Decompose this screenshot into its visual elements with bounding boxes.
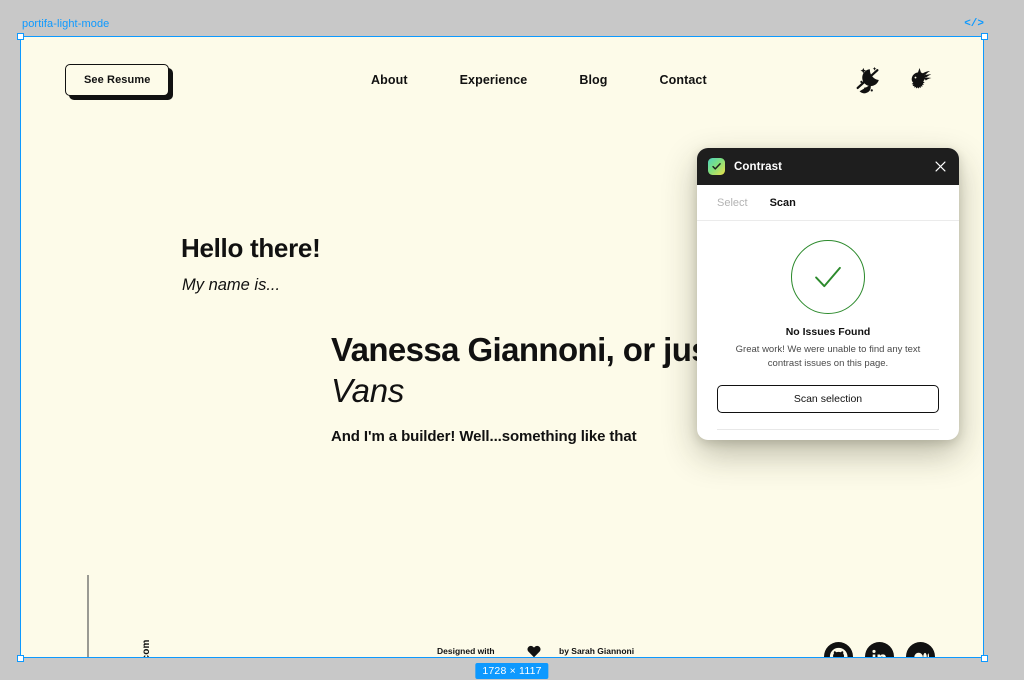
nav-link-about[interactable]: About bbox=[371, 73, 408, 87]
scan-selection-button[interactable]: Scan selection bbox=[717, 384, 939, 413]
plugin-tabs: Select Scan bbox=[697, 185, 959, 221]
hero-name: Vanessa Giannoni, or just Vans bbox=[331, 329, 751, 412]
navbar: See Resume About Experience Blog Contact bbox=[21, 37, 983, 129]
hero-name-italic: Vans bbox=[331, 372, 405, 410]
success-check-icon bbox=[791, 240, 865, 314]
selection-handle-bottom-right[interactable] bbox=[981, 655, 988, 662]
tab-select[interactable]: Select bbox=[717, 197, 748, 209]
github-icon[interactable] bbox=[824, 642, 853, 657]
social-links bbox=[824, 642, 935, 657]
result-title: No Issues Found bbox=[785, 326, 871, 338]
nav-link-contact[interactable]: Contact bbox=[660, 73, 707, 87]
contrast-plugin-panel[interactable]: Contrast Select Scan No Issues Found Gre… bbox=[697, 148, 959, 440]
linkedin-icon[interactable] bbox=[865, 642, 894, 657]
nav-links: About Experience Blog Contact bbox=[371, 73, 707, 87]
tab-scan[interactable]: Scan bbox=[770, 197, 796, 209]
hero-tagline: And I'm a builder! Well...something like… bbox=[331, 428, 637, 445]
nav-link-blog[interactable]: Blog bbox=[579, 73, 607, 87]
frame-canvas[interactable]: See Resume About Experience Blog Contact bbox=[20, 36, 984, 658]
close-icon[interactable] bbox=[932, 159, 948, 175]
footer-credits: Designed with by Sarah Giannoni Develope… bbox=[437, 642, 635, 658]
medium-icon[interactable] bbox=[906, 642, 935, 657]
email-address[interactable]: vanessa.o.giannoni@gmail.com bbox=[141, 639, 152, 657]
selection-handle-top-left[interactable] bbox=[17, 33, 24, 40]
plugin-titlebar: Contrast bbox=[697, 148, 959, 185]
hero-name-bold: Vanessa Giannoni, or just bbox=[331, 331, 720, 368]
email-vertical-line bbox=[87, 575, 89, 657]
plugin-title: Contrast bbox=[734, 160, 783, 173]
webpage: See Resume About Experience Blog Contact bbox=[21, 37, 983, 657]
unicorn-icon[interactable] bbox=[905, 65, 935, 95]
footer-divider-line bbox=[741, 657, 823, 658]
selection-handle-top-right[interactable] bbox=[981, 33, 988, 40]
nav-icon-group bbox=[853, 65, 935, 95]
hero-subtitle: My name is... bbox=[182, 276, 281, 294]
see-resume-button[interactable]: See Resume bbox=[65, 64, 170, 96]
theme-toggle-icon[interactable] bbox=[853, 65, 883, 95]
conformance-levels: AA AAA bbox=[697, 430, 959, 440]
dimensions-badge: 1728 × 1117 bbox=[475, 663, 549, 679]
result-description: Great work! We were unable to find any t… bbox=[735, 344, 921, 369]
designed-suffix: by Sarah Giannoni bbox=[559, 645, 635, 656]
hero-greeting: Hello there! bbox=[181, 233, 321, 263]
designed-prefix: Designed with bbox=[437, 645, 495, 656]
contrast-logo-icon bbox=[708, 158, 725, 175]
selection-handle-bottom-left[interactable] bbox=[17, 655, 24, 662]
code-icon[interactable]: </> bbox=[964, 18, 984, 30]
plugin-body: No Issues Found Great work! We were unab… bbox=[697, 221, 959, 430]
heart-icon bbox=[509, 645, 559, 658]
credit-row-designed: Designed with by Sarah Giannoni bbox=[437, 642, 635, 658]
nav-link-experience[interactable]: Experience bbox=[460, 73, 528, 87]
frame-label[interactable]: portifa-light-mode bbox=[22, 18, 109, 30]
